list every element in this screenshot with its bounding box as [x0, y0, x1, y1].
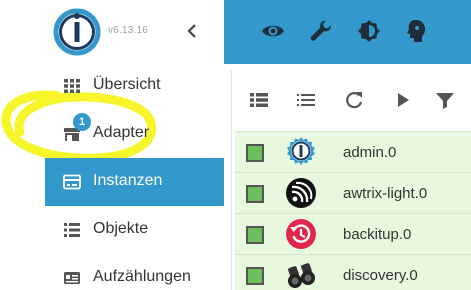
view-list-icon[interactable]: [295, 90, 317, 110]
version-label: v6.13.16: [108, 25, 148, 36]
chevron-left-icon[interactable]: [183, 20, 201, 42]
iobroker-icon: [287, 137, 315, 165]
sidebar-item-label: Aufzählungen: [93, 268, 191, 285]
sidebar-item-uebersicht[interactable]: Übersicht: [45, 62, 224, 110]
reload-icon[interactable]: [343, 90, 365, 110]
binoculars-icon: [288, 263, 315, 288]
sidebar-item-label: Adapter: [93, 124, 150, 141]
instance-name: discovery.0: [343, 267, 418, 284]
row-checkbox[interactable]: [246, 185, 264, 203]
instance-row-discovery[interactable]: discovery.0: [235, 254, 471, 290]
view-grid-icon[interactable]: [248, 90, 270, 110]
wrench-icon[interactable]: [308, 18, 334, 44]
sidebar-item-label: Übersicht: [93, 76, 161, 93]
sidebar-item-label: Objekte: [93, 220, 149, 237]
sidebar-item-label: Instanzen: [93, 172, 163, 189]
brightness-icon[interactable]: [356, 18, 382, 44]
play-icon[interactable]: [392, 90, 414, 110]
sidebar-item-aufzaehlungen[interactable]: Aufzählungen: [45, 254, 224, 290]
grid-icon: [64, 79, 80, 93]
instances-panel: admin.0 awtrix-light.0 backitup.0 discov…: [231, 70, 471, 290]
filter-icon[interactable]: [434, 90, 456, 110]
row-checkbox[interactable]: [246, 144, 264, 162]
instance-name: admin.0: [343, 144, 397, 161]
instance-row-admin[interactable]: admin.0: [235, 131, 471, 172]
instance-name: backitup.0: [343, 226, 412, 243]
sidebar-item-adapter[interactable]: 1 Adapter: [45, 110, 224, 158]
list-icon: [64, 223, 80, 237]
sidebar-item-instanzen[interactable]: Instanzen: [45, 158, 224, 206]
espressif-icon: [286, 178, 316, 208]
enum-icon: [64, 272, 80, 284]
adapter-update-badge: 1: [73, 113, 91, 131]
eye-icon[interactable]: [260, 18, 286, 44]
instance-name: awtrix-light.0: [343, 185, 428, 202]
sidebar-item-objekte[interactable]: Objekte: [45, 206, 224, 254]
instances-icon: [63, 174, 81, 190]
head-icon[interactable]: [404, 18, 430, 44]
backup-icon: [286, 219, 316, 249]
sidebar-header: v6.13.16: [0, 0, 224, 64]
iobroker-logo[interactable]: [52, 7, 102, 57]
sidebar: v6.13.16 Übersicht 1 Adapter Instanzen O…: [0, 0, 224, 290]
row-checkbox[interactable]: [246, 226, 264, 244]
row-checkbox[interactable]: [246, 267, 264, 285]
instance-row-backitup[interactable]: backitup.0: [235, 213, 471, 254]
instance-row-awtrix-light[interactable]: awtrix-light.0: [235, 172, 471, 213]
top-app-bar: [224, 0, 471, 64]
